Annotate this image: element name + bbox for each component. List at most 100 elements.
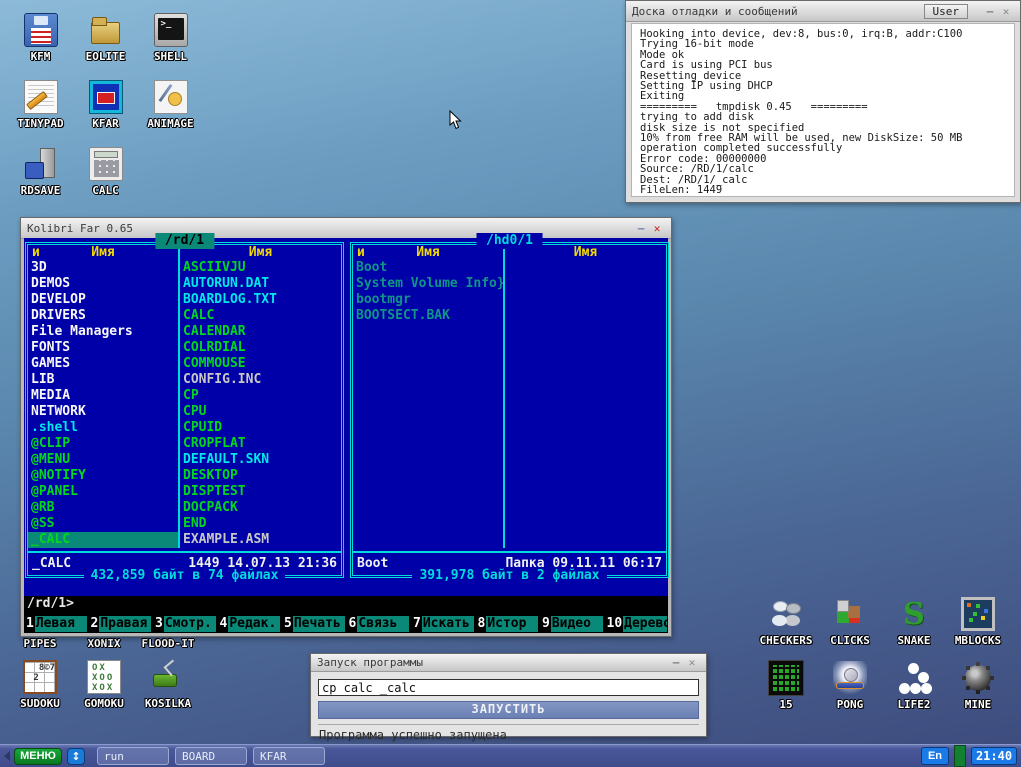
taskbar: МЕНЮ ↕ run BOARD KFAR En 21:40	[0, 744, 1021, 767]
file-item[interactable]: CALENDAR	[180, 324, 341, 340]
file-item[interactable]: CPU	[180, 404, 341, 420]
file-item[interactable]: DEFAULT.SKN	[180, 452, 341, 468]
desktop-icon-snake[interactable]: SNAKE	[882, 597, 946, 661]
desktop-icon-kosilka[interactable]: KOSILKA	[136, 660, 200, 724]
desktop-icons-bottom-left-row2: SUDOKU GOMOKUKOSILKA	[8, 660, 200, 724]
file-item[interactable]: LIB	[28, 372, 178, 388]
fkey-9[interactable]: 9Видео	[541, 616, 603, 632]
command-line[interactable]: /rd/1>	[24, 596, 668, 614]
file-item[interactable]: @SS	[28, 516, 178, 532]
file-item[interactable]: @CLIP	[28, 436, 178, 452]
run-dialog-titlebar[interactable]: Запуск программы – ✕	[311, 654, 706, 672]
file-item[interactable]: BOOTSECT.BAK	[353, 308, 503, 324]
fkey-1[interactable]: 1Левая	[25, 616, 87, 632]
desktop-icon-kfm[interactable]: KFM	[8, 13, 73, 80]
file-item[interactable]: CALC	[180, 308, 341, 324]
desktop-icon-clicks[interactable]: CLICKS	[818, 597, 882, 661]
window-switch-button[interactable]: ↕	[67, 748, 85, 765]
file-item[interactable]: DEMOS	[28, 276, 178, 292]
file-item[interactable]: COLRDIAL	[180, 340, 341, 356]
sort-indicator: и	[32, 245, 40, 260]
fkey-4[interactable]: 4Редак.	[219, 616, 281, 632]
file-item[interactable]: DOCPACK	[180, 500, 341, 516]
file-item[interactable]: @PANEL	[28, 484, 178, 500]
user-button[interactable]: User	[924, 4, 969, 19]
file-item[interactable]: GAMES	[28, 356, 178, 372]
desktop-icon-eolite[interactable]: EOLITE	[73, 13, 138, 80]
file-item[interactable]: DESKTOP	[180, 468, 341, 484]
desktop-icon-xonix[interactable]: XONIX	[72, 637, 136, 657]
desktop-icon-calc[interactable]: CALC	[73, 147, 138, 214]
task-button-run[interactable]: run	[97, 747, 169, 765]
file-item[interactable]: 3D	[28, 260, 178, 276]
file-item[interactable]: @RB	[28, 500, 178, 516]
file-item[interactable]: END	[180, 516, 341, 532]
file-item[interactable]: AUTORUN.DAT	[180, 276, 341, 292]
file-item[interactable]: CONFIG.INC	[180, 372, 341, 388]
fkey-8[interactable]: 8Истор	[477, 616, 539, 632]
clock[interactable]: 21:40	[971, 747, 1017, 765]
file-item[interactable]: DEVELOP	[28, 292, 178, 308]
fkey-5[interactable]: 5Печать	[283, 616, 345, 632]
desktop-icon-shell[interactable]: SHELL	[138, 13, 203, 80]
fkey-3[interactable]: 3Смотр.	[154, 616, 216, 632]
file-item[interactable]: FONTS	[28, 340, 178, 356]
desktop-icon-life2[interactable]: LIFE2	[882, 661, 946, 725]
task-button-board[interactable]: BOARD	[175, 747, 247, 765]
minimize-icon[interactable]: –	[982, 5, 998, 18]
file-item[interactable]: MEDIA	[28, 388, 178, 404]
desktop-icon-kfar[interactable]: KFAR	[73, 80, 138, 147]
desktop-icon-mine[interactable]: MINE	[946, 661, 1010, 725]
desktop-icon-label: PONG	[837, 698, 864, 711]
file-item[interactable]: CROPFLAT	[180, 436, 341, 452]
close-icon[interactable]: ✕	[649, 222, 665, 235]
close-icon[interactable]: ✕	[684, 656, 700, 669]
close-icon[interactable]: ✕	[998, 5, 1014, 18]
desktop-icon-label: SUDOKU	[20, 697, 60, 710]
desktop-icon-checkers[interactable]: CHECKERS	[754, 597, 818, 661]
debug-log: Hooking into device, dev:8, bus:0, irq:B…	[631, 23, 1015, 197]
desktop-icon-mblocks[interactable]: MBLOCKS	[946, 597, 1010, 661]
fifteen-icon	[769, 661, 803, 695]
file-item[interactable]: ASCIIVJU	[180, 260, 341, 276]
minimize-icon[interactable]: –	[633, 222, 649, 235]
file-item[interactable]: File Managers	[28, 324, 178, 340]
language-indicator[interactable]: En	[921, 747, 949, 765]
file-item[interactable]: .shell	[28, 420, 178, 436]
task-button-kfar[interactable]: KFAR	[253, 747, 325, 765]
file-item[interactable]: DISPTEST	[180, 484, 341, 500]
file-item[interactable]: NETWORK	[28, 404, 178, 420]
collapse-arrow-icon[interactable]	[4, 751, 10, 761]
desktop-icon-gomoku[interactable]: GOMOKU	[72, 660, 136, 724]
file-item[interactable]: DRIVERS	[28, 308, 178, 324]
desktop-icon-floodit[interactable]: FLOOD-IT	[136, 637, 200, 657]
desktop-icon-animage[interactable]: ANIMAGE	[138, 80, 203, 147]
debug-titlebar[interactable]: Доска отладки и сообщений User – ✕	[626, 1, 1020, 22]
launch-button[interactable]: ЗАПУСТИТЬ	[318, 701, 699, 719]
minimize-icon[interactable]: –	[668, 656, 684, 669]
file-item[interactable]: CP	[180, 388, 341, 404]
desktop-icon-tinypad[interactable]: TINYPAD	[8, 80, 73, 147]
file-item[interactable]: COMMOUSE	[180, 356, 341, 372]
file-item[interactable]: CPUID	[180, 420, 341, 436]
file-item[interactable]: _CALC	[28, 532, 178, 548]
desktop-icon-pong[interactable]: PONG	[818, 661, 882, 725]
file-item[interactable]: BOARDLOG.TXT	[180, 292, 341, 308]
desktop-icon-rdsave[interactable]: RDSAVE	[8, 147, 73, 214]
far-titlebar[interactable]: Kolibri Far 0.65 – ✕	[21, 218, 671, 239]
file-item[interactable]: @MENU	[28, 452, 178, 468]
fkey-7[interactable]: 7Искать	[412, 616, 474, 632]
fkey-2[interactable]: 2Правая	[90, 616, 152, 632]
fkey-6[interactable]: 6Связь	[348, 616, 410, 632]
file-item[interactable]: System Volume Info}	[353, 276, 503, 292]
file-item[interactable]: EXAMPLE.ASM	[180, 532, 341, 548]
command-input[interactable]	[318, 679, 699, 696]
file-item[interactable]: @NOTIFY	[28, 468, 178, 484]
menu-button[interactable]: МЕНЮ	[14, 748, 62, 765]
desktop-icon-sudoku[interactable]: SUDOKU	[8, 660, 72, 724]
file-item[interactable]: Boot	[353, 260, 503, 276]
desktop-icon-pipes[interactable]: PIPES	[8, 637, 72, 657]
file-item[interactable]: bootmgr	[353, 292, 503, 308]
desktop-icon-fifteen[interactable]: 15	[754, 661, 818, 725]
fkey-10[interactable]: 10Дерево	[606, 616, 668, 632]
